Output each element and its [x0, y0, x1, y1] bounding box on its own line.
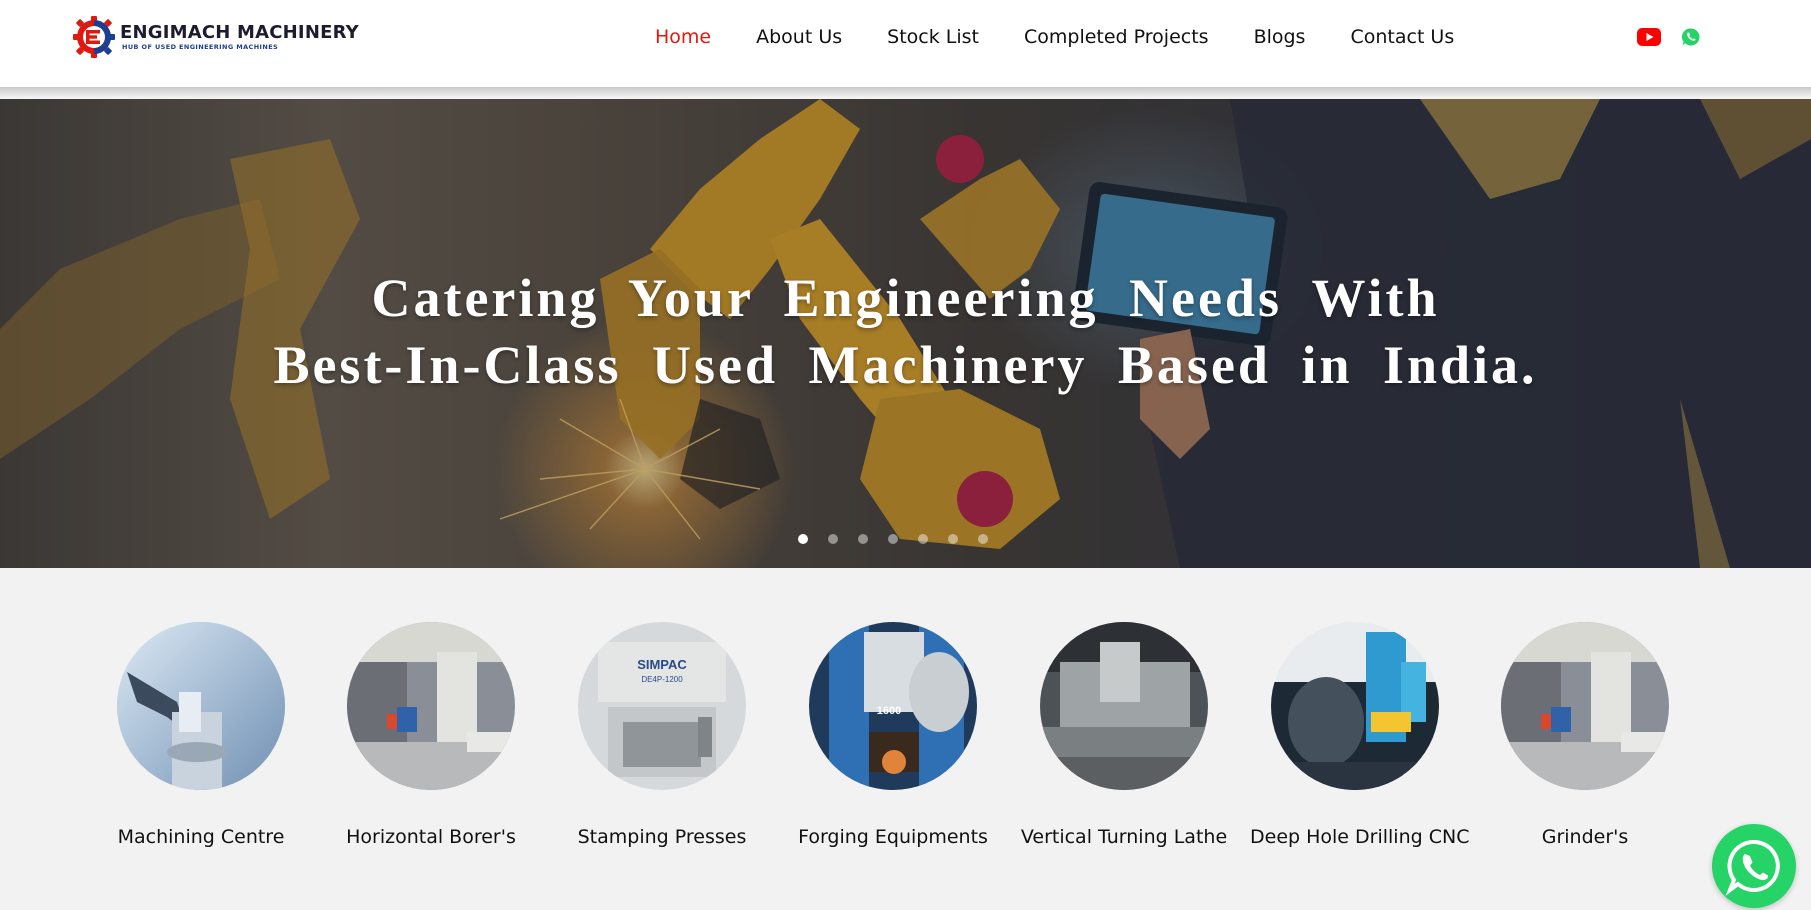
floating-whatsapp-button[interactable]: [1712, 824, 1796, 908]
nav-home[interactable]: Home: [655, 26, 711, 48]
whatsapp-icon[interactable]: [1681, 27, 1701, 47]
forging-equipment-image: 1600: [809, 622, 977, 790]
category-label: Deep Hole Drilling CNC: [1250, 826, 1470, 848]
youtube-icon[interactable]: [1637, 28, 1661, 46]
brand-tagline: HUB OF USED ENGINEERING MACHINES: [122, 43, 279, 51]
vertical-turning-lathe-image: [1040, 622, 1208, 790]
gear-e-logo-icon: [73, 16, 115, 58]
site-header: ENGIMACH MACHINERY HUB OF USED ENGINEERI…: [0, 0, 1811, 87]
press-brand-text: SIMPAC: [637, 657, 687, 672]
category-image[interactable]: [1501, 622, 1669, 790]
press-model-text: DE4P-1200: [641, 675, 683, 684]
nav-blogs[interactable]: Blogs: [1254, 26, 1306, 48]
whatsapp-icon: [1725, 839, 1780, 896]
category-stamping-presses[interactable]: SIMPAC DE4P-1200 Stamping Presses: [557, 622, 767, 848]
category-label: Forging Equipments: [798, 826, 988, 848]
category-image[interactable]: [347, 622, 515, 790]
carousel-dot[interactable]: [798, 534, 808, 544]
brand-text: ENGIMACH MACHINERY HUB OF USED ENGINEERI…: [120, 22, 359, 52]
hero-headline-line2: Best-In-Class Used Machinery Based in In…: [273, 335, 1538, 395]
forging-model-text: 1600: [877, 705, 901, 717]
category-label: Grinder's: [1541, 826, 1629, 848]
category-image[interactable]: [1040, 622, 1208, 790]
carousel-dots: [798, 534, 1008, 544]
nav-stock-list[interactable]: Stock List: [887, 26, 979, 48]
carousel-dot[interactable]: [978, 534, 988, 544]
machining-centre-image: [117, 622, 285, 790]
nav-completed-projects[interactable]: Completed Projects: [1024, 26, 1209, 48]
category-horizontal-borers[interactable]: Horizontal Borer's: [326, 622, 536, 848]
header-divider: [0, 87, 1811, 97]
nav-about-us[interactable]: About Us: [756, 26, 842, 48]
brand-logo[interactable]: ENGIMACH MACHINERY HUB OF USED ENGINEERI…: [72, 15, 359, 59]
hero-carousel[interactable]: Catering Your Engineering Needs With Bes…: [0, 99, 1811, 568]
category-label: Vertical Turning Lathe: [1020, 826, 1228, 848]
nav-contact-us[interactable]: Contact Us: [1350, 26, 1454, 48]
category-image[interactable]: [1271, 622, 1439, 790]
carousel-dot[interactable]: [858, 534, 868, 544]
category-image[interactable]: 1600: [809, 622, 977, 790]
hero-headline: Catering Your Engineering Needs With Bes…: [0, 265, 1811, 399]
brand-name: ENGIMACH MACHINERY: [120, 22, 359, 43]
grinder-image: [1501, 622, 1669, 790]
deep-hole-drilling-image: [1271, 622, 1439, 790]
category-image[interactable]: SIMPAC DE4P-1200: [578, 622, 746, 790]
carousel-dot[interactable]: [918, 534, 928, 544]
category-forging-equipments[interactable]: 1600 Forging Equipments: [788, 622, 998, 848]
main-nav: Home About Us Stock List Completed Proje…: [655, 22, 1499, 52]
carousel-dot[interactable]: [828, 534, 838, 544]
stamping-press-image: SIMPAC DE4P-1200: [578, 622, 746, 790]
category-image[interactable]: [117, 622, 285, 790]
carousel-dot[interactable]: [948, 534, 958, 544]
category-machining-centre[interactable]: Machining Centre: [96, 622, 306, 848]
category-label: Stamping Presses: [577, 826, 747, 848]
category-grinders[interactable]: Grinder's: [1480, 622, 1690, 848]
category-label: Horizontal Borer's: [346, 826, 516, 848]
carousel-dot[interactable]: [888, 534, 898, 544]
horizontal-borer-image: [347, 622, 515, 790]
machine-categories: Machining Centre Horizontal Borer's SIMP…: [0, 568, 1811, 910]
category-vertical-turning-lathe[interactable]: Vertical Turning Lathe: [1019, 622, 1229, 848]
category-label: Machining Centre: [117, 826, 285, 848]
category-deep-hole-drilling-cnc[interactable]: Deep Hole Drilling CNC: [1250, 622, 1470, 848]
hero-headline-line1: Catering Your Engineering Needs With: [371, 268, 1440, 328]
